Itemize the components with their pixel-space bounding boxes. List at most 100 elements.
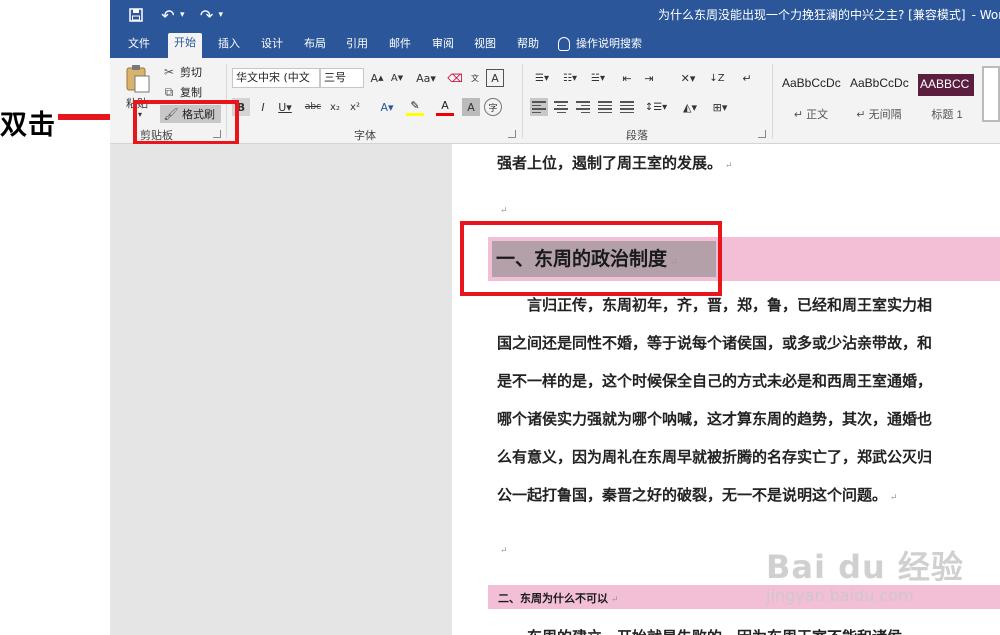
body-line: 公一起打鲁国，秦晋之好的破裂，无一不是说明这个问题。 ↵ bbox=[497, 484, 898, 505]
paragraph-mark-icon: ↵ bbox=[500, 546, 508, 556]
body-line: 哪个诸侯实力强就为哪个呐喊，这才算东周的趋势，其次，通婚也 bbox=[497, 410, 933, 428]
styles-gallery: AaBbCcDc ↵ 正文 AaBbCcDc ↵ 无间隔 AABBCC 标题 1 bbox=[778, 62, 1000, 122]
highlight-icon[interactable]: ✎ bbox=[406, 98, 424, 116]
tab-references[interactable]: 引用 bbox=[340, 34, 374, 58]
body-line: 东周的建立，开始就是失败的，因为东周王室不能和诸侯， bbox=[497, 626, 917, 635]
redo-icon[interactable]: ↷ bbox=[197, 4, 217, 26]
subscript-icon[interactable]: x₂ bbox=[326, 98, 344, 116]
copy-button[interactable]: ⧉ 复制 bbox=[162, 83, 202, 101]
format-painter-highlight-box bbox=[133, 100, 239, 145]
style-heading-2[interactable] bbox=[982, 66, 1000, 122]
font-name-select[interactable]: 华文中宋 (中文 bbox=[232, 68, 320, 88]
align-right-icon[interactable] bbox=[574, 98, 592, 116]
borders-icon[interactable]: ⊞▾ bbox=[708, 98, 732, 116]
show-marks-icon[interactable]: ↵ bbox=[738, 69, 756, 87]
paragraph: 强者上位，遏制了周王室的发展。 ↵ bbox=[497, 152, 733, 173]
font-group-label: 字体 bbox=[354, 129, 376, 142]
phonetic-guide-icon[interactable]: 文 bbox=[466, 69, 484, 87]
text-effects-icon[interactable]: A▾ bbox=[378, 98, 396, 116]
char-shading-icon[interactable]: A bbox=[462, 98, 480, 116]
save-icon[interactable] bbox=[126, 4, 146, 26]
group-divider bbox=[522, 64, 523, 138]
heading-2-text: 二、东周为什么不可以 bbox=[498, 592, 608, 605]
tab-insert[interactable]: 插入 bbox=[212, 34, 246, 58]
strikethrough-icon[interactable]: abc bbox=[304, 98, 322, 116]
app-name: - Word bbox=[971, 8, 1000, 22]
style-normal[interactable]: AaBbCcDc ↵ 正文 bbox=[778, 66, 844, 122]
undo-dropdown-icon[interactable]: ▾ bbox=[180, 10, 185, 20]
body-line: 国之间还是同性不婚，等于说每个诸侯国，或多或少沾亲带故，和 bbox=[497, 334, 933, 352]
char-border-icon[interactable]: A bbox=[486, 69, 504, 87]
clear-format-icon[interactable]: ⌫ bbox=[446, 69, 464, 87]
lightbulb-icon bbox=[558, 37, 570, 51]
tell-me-search[interactable]: 操作说明搜索 bbox=[558, 34, 642, 54]
shading-icon[interactable]: ◭▾ bbox=[678, 98, 702, 116]
font-size-select[interactable]: 三号 bbox=[320, 68, 364, 88]
watermark: Bai du 经验 jingyan.baidu.com bbox=[766, 542, 964, 605]
heading-highlight-box bbox=[460, 221, 722, 296]
document-background bbox=[110, 144, 452, 635]
numbering-icon[interactable]: ☷▾ bbox=[558, 69, 582, 87]
superscript-icon[interactable]: x² bbox=[346, 98, 364, 116]
enclose-char-icon[interactable]: 字 bbox=[484, 98, 502, 116]
change-case-icon[interactable]: Aa▾ bbox=[414, 69, 438, 87]
font-color-icon[interactable]: A bbox=[436, 98, 454, 116]
tab-home[interactable]: 开始 bbox=[168, 33, 202, 58]
tell-me-label: 操作说明搜索 bbox=[576, 37, 642, 50]
undo-icon[interactable]: ↶ bbox=[158, 4, 178, 26]
style-no-spacing[interactable]: AaBbCcDc ↵ 无间隔 bbox=[846, 66, 912, 122]
increase-indent-icon[interactable]: ⇥ bbox=[640, 69, 658, 87]
style-heading-1[interactable]: AABBCC 标题 1 bbox=[914, 66, 980, 122]
tab-help[interactable]: 帮助 bbox=[511, 34, 545, 58]
tab-view[interactable]: 视图 bbox=[468, 34, 502, 58]
group-divider bbox=[772, 64, 773, 138]
annotation-area bbox=[0, 0, 110, 635]
heading-2: 二、东周为什么不可以 ↵ bbox=[498, 590, 619, 606]
ribbon-home: 粘贴 ▾ ✂ 剪切 ⧉ 复制 🖌 格式刷 剪贴板 华文中宋 (中文 三号 A ▲ … bbox=[110, 58, 1000, 144]
style-name: ↵ 无间隔 bbox=[856, 109, 902, 121]
style-sample: AaBbCcDc bbox=[850, 76, 909, 90]
paragraph-group-label: 段落 bbox=[626, 129, 648, 142]
cut-label: 剪切 bbox=[180, 66, 202, 79]
style-name: 标题 1 bbox=[931, 109, 963, 121]
justify-icon[interactable] bbox=[596, 98, 614, 116]
align-center-icon[interactable] bbox=[552, 98, 570, 116]
align-left-icon[interactable] bbox=[530, 98, 548, 116]
tab-mailings[interactable]: 邮件 bbox=[383, 34, 417, 58]
style-sample: AABBCC bbox=[920, 77, 970, 91]
ribbon-tabs: 文件 开始 插入 设计 布局 引用 邮件 审阅 视图 帮助 操作说明搜索 bbox=[110, 30, 1000, 58]
chinese-layout-icon[interactable]: ✕▾ bbox=[676, 69, 700, 87]
style-sample: AaBbCcDc bbox=[782, 76, 841, 90]
distributed-icon[interactable] bbox=[618, 98, 636, 116]
shrink-font-icon[interactable]: A ▼ bbox=[388, 69, 406, 87]
quick-access-toolbar: ↶ ▾ ↷ ▾ bbox=[126, 4, 223, 26]
body-line: 么有意义，因为周礼在东周早就被折腾的名存实亡了，郑武公灭归 bbox=[497, 448, 933, 466]
paste-icon[interactable] bbox=[126, 64, 150, 94]
font-name-value: 华文中宋 (中文 bbox=[236, 71, 310, 84]
paragraph-mark-icon: ↵ bbox=[725, 161, 733, 171]
decrease-indent-icon[interactable]: ⇤ bbox=[618, 69, 636, 87]
bullets-icon[interactable]: ☰▾ bbox=[530, 69, 554, 87]
tab-file[interactable]: 文件 bbox=[122, 34, 156, 58]
italic-icon[interactable]: I bbox=[254, 98, 272, 116]
underline-icon[interactable]: U▾ bbox=[276, 98, 294, 116]
tab-design[interactable]: 设计 bbox=[255, 34, 289, 58]
watermark-logo: Bai du 经验 bbox=[766, 548, 964, 586]
customize-qat-icon[interactable]: ▾ bbox=[219, 10, 224, 20]
paragraph-launcher-icon[interactable] bbox=[758, 130, 766, 138]
font-launcher-icon[interactable] bbox=[508, 130, 516, 138]
tab-layout[interactable]: 布局 bbox=[298, 34, 332, 58]
body-line-text: 公一起打鲁国，秦晋之好的破裂，无一不是说明这个问题。 bbox=[497, 486, 888, 504]
copy-icon: ⧉ bbox=[164, 84, 174, 99]
paragraph-text: 强者上位，遏制了周王室的发展。 bbox=[497, 154, 723, 172]
copy-label: 复制 bbox=[180, 86, 202, 99]
line-spacing-icon[interactable]: ↕☰▾ bbox=[644, 98, 668, 116]
annotation-label: 双击 bbox=[0, 110, 56, 141]
tab-review[interactable]: 审阅 bbox=[426, 34, 460, 58]
cut-button[interactable]: ✂ 剪切 bbox=[162, 63, 202, 81]
document-title-text: 为什么东周没能出现一个力挽狂澜的中兴之主? [兼容模式] bbox=[658, 8, 966, 22]
sort-icon[interactable]: ↓Z bbox=[708, 69, 726, 87]
multilevel-list-icon[interactable]: ☱▾ bbox=[586, 69, 610, 87]
grow-font-icon[interactable]: A ▲ bbox=[368, 69, 386, 87]
body-line: 言归正传，东周初年，齐，晋，郑，鲁，已经和周王室实力相 bbox=[497, 296, 933, 314]
